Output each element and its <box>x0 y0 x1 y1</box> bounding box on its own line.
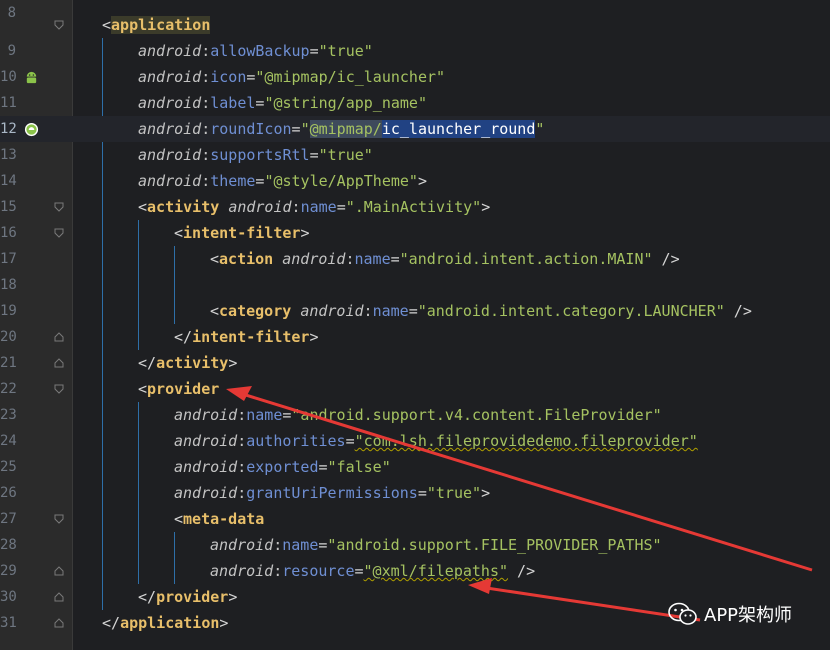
fold-marker-icon[interactable] <box>54 618 64 628</box>
code-text: </activity> <box>138 354 238 372</box>
code-line[interactable]: 17 <action android:name="android.intent.… <box>0 246 830 272</box>
code-line[interactable]: 15 <activity android:name=".MainActivity… <box>0 194 830 220</box>
code-text: android:name="android.support.v4.content… <box>174 406 662 424</box>
android-robot-icon[interactable] <box>24 122 39 137</box>
code-text: <application <box>102 16 211 34</box>
fold-marker-icon[interactable] <box>54 332 64 342</box>
code-text: <activity android:name=".MainActivity"> <box>138 198 491 216</box>
code-line[interactable]: 10 android:icon="@mipmap/ic_launcher" <box>0 64 830 90</box>
code-line[interactable]: 23 android:name="android.support.v4.cont… <box>0 402 830 428</box>
code-text: <action android:name="android.intent.act… <box>210 250 680 268</box>
code-line[interactable]: 8 <application <box>0 5 830 38</box>
code-line[interactable]: 26 android:grantUriPermissions="true"> <box>0 480 830 506</box>
line-number: 22 <box>0 381 17 397</box>
line-number: 19 <box>0 303 17 319</box>
code-text: android:exported="false" <box>174 458 391 476</box>
code-line[interactable]: 16 <intent-filter> <box>0 220 830 246</box>
code-text: </intent-filter> <box>174 328 319 346</box>
code-line[interactable]: 25 android:exported="false" <box>0 454 830 480</box>
code-line[interactable]: 9 android:allowBackup="true" <box>0 38 830 64</box>
code-text: android:authorities="com.lsh.fileprovide… <box>174 432 698 450</box>
watermark-text: APP架构师 <box>704 605 793 626</box>
fold-marker-icon[interactable] <box>54 228 64 238</box>
line-number: 28 <box>0 537 17 553</box>
code-line[interactable]: 22 <provider <box>0 376 830 402</box>
watermark: APP架构师 <box>668 596 792 632</box>
line-number: 10 <box>0 69 17 85</box>
line-number: 26 <box>0 485 17 501</box>
code-text: </provider> <box>138 588 238 606</box>
fold-marker-icon[interactable] <box>54 384 64 394</box>
fold-marker-icon[interactable] <box>54 514 64 524</box>
line-number: 13 <box>0 147 17 163</box>
code-line[interactable]: 14 android:theme="@style/AppTheme"> <box>0 168 830 194</box>
line-number: 29 <box>0 563 17 579</box>
line-number: 11 <box>0 95 17 111</box>
code-line[interactable]: 24 android:authorities="com.lsh.fileprov… <box>0 428 830 454</box>
code-line[interactable]: 29 android:resource="@xml/filepaths" /> <box>0 558 830 584</box>
code-text: android:roundIcon="@mipmap/ic_launcher_r… <box>138 120 545 138</box>
text-selection: ic_launcher_round <box>381 120 536 138</box>
line-number: 16 <box>0 225 17 241</box>
code-line[interactable]: 11 android:label="@string/app_name" <box>0 90 830 116</box>
line-number: 15 <box>0 199 17 215</box>
code-line[interactable]: 13 android:supportsRtl="true" <box>0 142 830 168</box>
wechat-icon <box>668 602 697 625</box>
code-line-current[interactable]: 12 android:roundIcon="@mipmap/ic_launche… <box>0 116 830 142</box>
code-text: <category android:name="android.intent.c… <box>210 302 752 320</box>
code-line[interactable]: 28 android:name="android.support.FILE_PR… <box>0 532 830 558</box>
code-line[interactable]: 27 <meta-data <box>0 506 830 532</box>
line-number: 23 <box>0 407 17 423</box>
line-number: 25 <box>0 459 17 475</box>
fold-marker-icon[interactable] <box>54 202 64 212</box>
code-text: android:allowBackup="true" <box>138 42 373 60</box>
line-number: 24 <box>0 433 17 449</box>
code-line[interactable]: 19 <category android:name="android.inten… <box>0 298 830 324</box>
fold-marker-icon[interactable] <box>54 566 64 576</box>
line-number: 14 <box>0 173 17 189</box>
code-text: android:grantUriPermissions="true"> <box>174 484 491 502</box>
line-number: 17 <box>0 251 17 267</box>
code-text: android:theme="@style/AppTheme"> <box>138 172 427 190</box>
code-text: <provider <box>138 380 220 398</box>
fold-marker-icon[interactable] <box>54 20 64 30</box>
code-text: <meta-data <box>174 510 265 528</box>
android-robot-icon[interactable] <box>24 70 39 85</box>
code-line[interactable]: 21 </activity> <box>0 350 830 376</box>
fold-marker-icon[interactable] <box>54 592 64 602</box>
line-number: 20 <box>0 329 17 345</box>
code-text: </application> <box>102 614 229 632</box>
code-line-partial <box>0 0 830 12</box>
line-number: 21 <box>0 355 17 371</box>
code-text: android:resource="@xml/filepaths" /> <box>210 562 536 580</box>
code-line[interactable]: 20 </intent-filter> <box>0 324 830 350</box>
code-text: android:label="@string/app_name" <box>138 94 427 112</box>
code-text: android:name="android.support.FILE_PROVI… <box>210 536 662 554</box>
line-number: 31 <box>0 615 17 631</box>
fold-marker-icon[interactable] <box>54 358 64 368</box>
code-text: android:icon="@mipmap/ic_launcher" <box>138 68 446 86</box>
code-line[interactable]: 18 <box>0 272 830 298</box>
line-number: 9 <box>7 43 16 59</box>
line-number: 27 <box>0 511 17 527</box>
line-number: 30 <box>0 589 17 605</box>
line-number: 12 <box>0 121 17 137</box>
code-text: android:supportsRtl="true" <box>138 146 373 164</box>
code-text: <intent-filter> <box>174 224 310 242</box>
line-number: 18 <box>0 277 17 293</box>
